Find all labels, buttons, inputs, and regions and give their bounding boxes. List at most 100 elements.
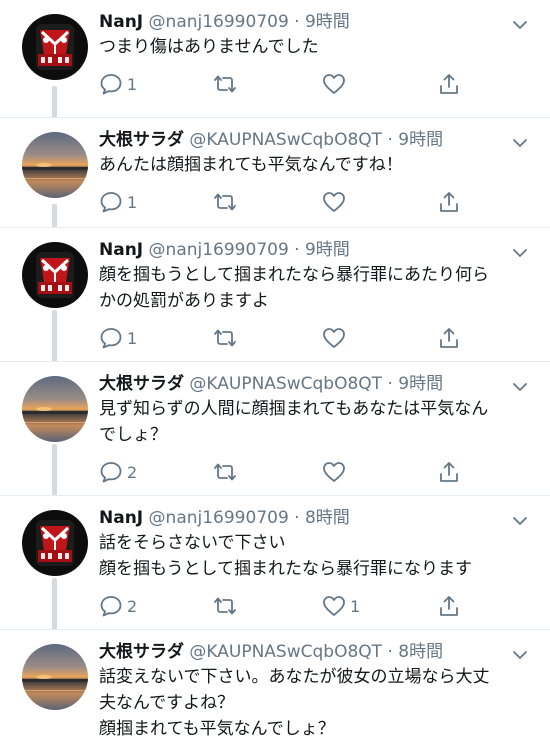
tweet-text: あんたは顔掴まれても平気なんですね！ <box>99 152 520 178</box>
tweet[interactable]: NanJ @nanj16990709 · 9時間 つまり傷はありませんでした 1 <box>0 0 550 118</box>
user-handle[interactable]: @nanj16990709 <box>149 240 289 260</box>
retweet-button[interactable] <box>211 458 239 486</box>
avatar[interactable] <box>22 132 88 198</box>
more-options-button[interactable] <box>512 378 528 391</box>
tweet-header: 大根サラダ @KAUPNASwCqbO8QT · 9時間 <box>99 127 500 153</box>
timestamp[interactable]: 9時間 <box>398 374 443 394</box>
retweet-button[interactable] <box>211 70 239 98</box>
reply-count: 1 <box>127 74 138 94</box>
tweet-text: 話をそらさないで下さい 顔を掴もうとして掴まれたなら暴行罪になります <box>99 530 520 582</box>
user-handle[interactable]: @KAUPNASwCqbO8QT <box>189 374 382 394</box>
reply-icon <box>99 461 123 483</box>
tweet-header: NanJ @nanj16990709 · 9時間 <box>99 237 500 263</box>
tweet-text: 話変えないで下さい。あなたが彼女の立場なら大丈 夫なんですよね？ 顔掴まれても平気な… <box>99 664 520 736</box>
display-name[interactable]: 大根サラダ <box>99 642 184 662</box>
reply-count: 2 <box>127 596 138 616</box>
tweet-text-line: 見ず知らずの人間に顔掴まれてもあなたは平気なん <box>99 399 489 419</box>
tweet-thread: NanJ @nanj16990709 · 9時間 つまり傷はありませんでした 1 <box>0 0 550 736</box>
more-options-button[interactable] <box>512 244 528 257</box>
like-button[interactable] <box>322 458 350 486</box>
timestamp[interactable]: 8時間 <box>305 508 350 528</box>
tweet[interactable]: 大根サラダ @KAUPNASwCqbO8QT · 9時間 あんたは顔掴まれても平… <box>0 118 550 228</box>
more-options-button[interactable] <box>512 512 528 525</box>
share-button[interactable] <box>438 458 460 486</box>
like-button[interactable]: 1 <box>322 592 360 620</box>
reply-count: 2 <box>127 462 138 482</box>
timestamp[interactable]: 9時間 <box>305 240 350 260</box>
timestamp[interactable]: 9時間 <box>398 130 443 150</box>
like-button[interactable] <box>322 188 350 216</box>
like-button[interactable] <box>322 70 350 98</box>
reply-icon <box>99 73 123 95</box>
tweet-actions: 2 <box>99 458 474 486</box>
tweet-text-line: 顔を掴もうとして掴まれたなら暴行罪にあたり何ら <box>99 265 489 285</box>
tweet-text: 顔を掴もうとして掴まれたなら暴行罪にあたり何ら かの処罰がありますよ <box>99 262 520 314</box>
user-handle[interactable]: @KAUPNASwCqbO8QT <box>189 642 382 662</box>
retweet-icon <box>211 73 239 95</box>
user-handle[interactable]: @nanj16990709 <box>149 508 289 528</box>
retweet-button[interactable] <box>211 324 239 352</box>
separator-dot: · <box>387 374 393 394</box>
retweet-icon <box>211 327 239 349</box>
reply-button[interactable]: 1 <box>99 324 137 352</box>
avatar[interactable] <box>22 510 88 576</box>
timestamp[interactable]: 9時間 <box>305 12 350 32</box>
chevron-down-icon <box>512 378 528 397</box>
avatar[interactable] <box>22 14 88 80</box>
tweet-header: 大根サラダ @KAUPNASwCqbO8QT · 9時間 <box>99 371 500 397</box>
tweet[interactable]: 大根サラダ @KAUPNASwCqbO8QT · 9時間 見ず知らずの人間に顔掴… <box>0 362 550 496</box>
display-name[interactable]: NanJ <box>99 240 143 260</box>
reply-button[interactable]: 1 <box>99 188 137 216</box>
share-icon <box>438 326 460 350</box>
display-name[interactable]: NanJ <box>99 12 143 32</box>
share-button[interactable] <box>438 324 460 352</box>
more-options-button[interactable] <box>512 134 528 147</box>
share-icon <box>438 460 460 484</box>
chevron-down-icon <box>512 16 528 35</box>
tweet-header: 大根サラダ @KAUPNASwCqbO8QT · 8時間 <box>99 639 500 665</box>
tweet-text-line: 夫なんですよね？ <box>99 693 235 713</box>
display-name[interactable]: NanJ <box>99 508 143 528</box>
display-name[interactable]: 大根サラダ <box>99 374 184 394</box>
tweet-text-line: でしょ？ <box>99 425 167 445</box>
user-handle[interactable]: @nanj16990709 <box>149 12 289 32</box>
tweet[interactable]: 大根サラダ @KAUPNASwCqbO8QT · 8時間 話変えないで下さい。あ… <box>0 630 550 736</box>
tweet[interactable]: NanJ @nanj16990709 · 9時間 顔を掴もうとして掴まれたなら暴… <box>0 228 550 362</box>
reply-button[interactable]: 2 <box>99 458 137 486</box>
retweet-button[interactable] <box>211 188 239 216</box>
share-button[interactable] <box>438 592 460 620</box>
avatar[interactable] <box>22 644 88 710</box>
tweet[interactable]: NanJ @nanj16990709 · 8時間 話をそらさないで下さい 顔を掴も… <box>0 496 550 630</box>
tweet-actions: 1 <box>99 324 474 352</box>
retweet-icon <box>211 595 239 617</box>
display-name[interactable]: 大根サラダ <box>99 130 184 150</box>
avatar[interactable] <box>22 376 88 442</box>
separator-dot: · <box>294 240 300 260</box>
timestamp[interactable]: 8時間 <box>398 642 443 662</box>
share-icon <box>438 72 460 96</box>
share-button[interactable] <box>438 70 460 98</box>
more-options-button[interactable] <box>512 16 528 29</box>
chevron-down-icon <box>512 646 528 665</box>
retweet-button[interactable] <box>211 592 239 620</box>
heart-icon <box>322 461 346 483</box>
tweet-actions: 1 <box>99 70 474 98</box>
avatar[interactable] <box>22 242 88 308</box>
reply-icon <box>99 191 123 213</box>
reply-button[interactable]: 1 <box>99 70 137 98</box>
heart-icon <box>322 327 346 349</box>
reply-button[interactable]: 2 <box>99 592 137 620</box>
like-button[interactable] <box>322 324 350 352</box>
share-icon <box>438 594 460 618</box>
reply-count: 1 <box>127 328 138 348</box>
chevron-down-icon <box>512 134 528 153</box>
more-options-button[interactable] <box>512 646 528 659</box>
chevron-down-icon <box>512 512 528 531</box>
tweet-actions: 1 <box>99 188 474 216</box>
tweet-text-line: あんたは顔掴まれても平気なんですね！ <box>99 155 403 175</box>
user-handle[interactable]: @KAUPNASwCqbO8QT <box>189 130 382 150</box>
reply-count: 1 <box>127 192 138 212</box>
tweet-text: 見ず知らずの人間に顔掴まれてもあなたは平気なん でしょ？ <box>99 396 520 448</box>
share-button[interactable] <box>438 188 460 216</box>
separator-dot: · <box>387 642 393 662</box>
